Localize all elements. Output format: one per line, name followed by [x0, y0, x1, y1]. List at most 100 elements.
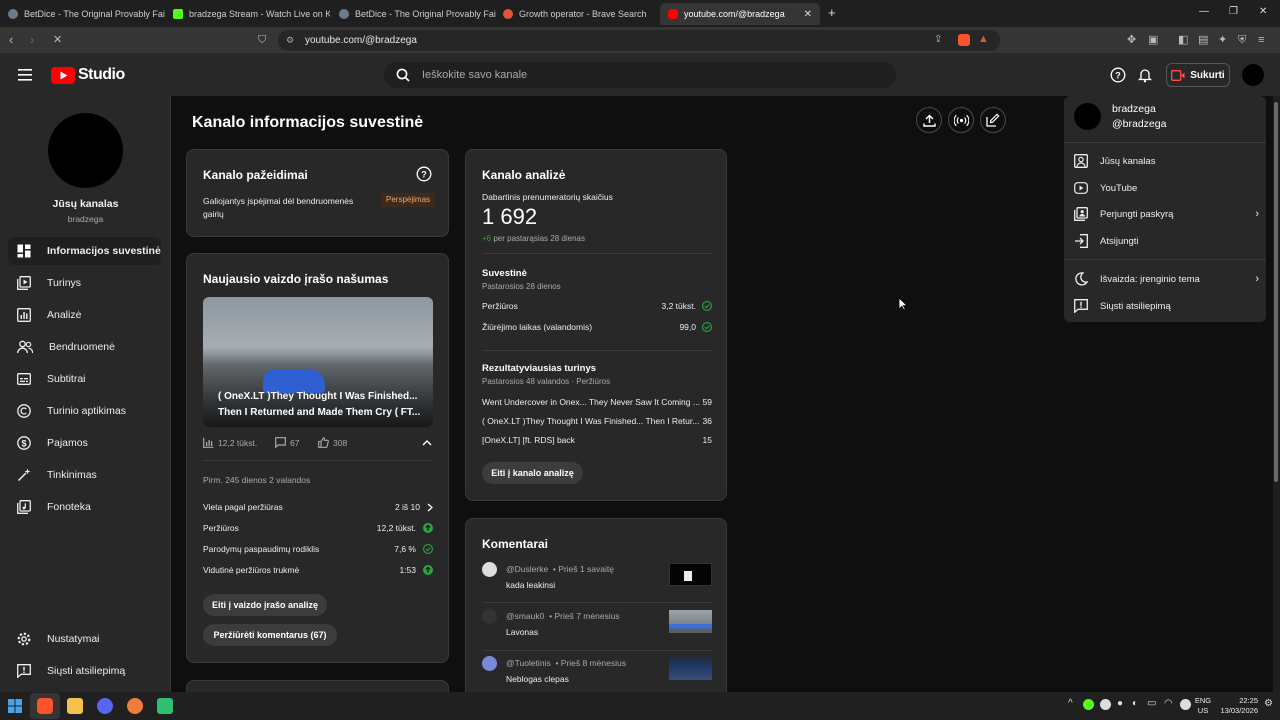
- scrollbar-thumb[interactable]: [1274, 102, 1278, 482]
- leo-ai-icon[interactable]: ✦: [1218, 33, 1227, 47]
- brave-shields-icon[interactable]: [958, 34, 970, 46]
- browser-tab[interactable]: BetDice - The Original Provably Fair C: [0, 3, 165, 25]
- tray-app-icon[interactable]: [1083, 699, 1094, 710]
- browser-tab-active[interactable]: youtube.com/@bradzega ✕: [660, 3, 820, 25]
- top-content-label: [OneX.LT] [ft. RDS] back: [482, 435, 575, 445]
- bookmark-icon[interactable]: ⛉: [258, 33, 266, 47]
- sidebar-item-subtitles[interactable]: Subtitrai: [8, 365, 161, 393]
- upload-video-button[interactable]: [916, 107, 942, 133]
- studio-logo-text: Studio: [78, 66, 125, 83]
- top-content-row[interactable]: [OneX.LT] [ft. RDS] back 15: [482, 435, 712, 445]
- menu-item-appearance[interactable]: Išvaizda: įrenginio tema ›: [1074, 268, 1259, 290]
- studio-logo[interactable]: Studio: [51, 66, 125, 84]
- sidebar-item-customization[interactable]: Tinkinimas: [8, 461, 161, 489]
- menu-item-sign-out[interactable]: Atsijungti: [1074, 230, 1259, 252]
- wifi-icon[interactable]: ◠: [1164, 698, 1173, 709]
- browser-tab[interactable]: bradzega Stream - Watch Live on Kic: [165, 3, 330, 25]
- close-window-icon[interactable]: ✕: [1259, 6, 1267, 17]
- sidebar-item-audio-library[interactable]: Fonoteka: [8, 493, 161, 521]
- browser-tab[interactable]: BetDice - The Original Provably Fair C: [331, 3, 496, 25]
- windows-start-icon[interactable]: [8, 699, 22, 713]
- language-indicator[interactable]: ENG US: [1194, 696, 1212, 716]
- language-code: ENG: [1194, 696, 1212, 705]
- hamburger-menu-icon[interactable]: [18, 68, 32, 86]
- menu-item-send-feedback[interactable]: Siųsti atsiliepimą: [1074, 295, 1259, 317]
- sidebar-toggle-icon[interactable]: ◧: [1178, 33, 1188, 47]
- go-to-video-analytics-button[interactable]: Eiti į vaizdo įrašo analizę: [203, 594, 327, 616]
- comment-item[interactable]: @Duslerke • Prieš 1 savaitę kada leakins…: [482, 562, 712, 602]
- discord-icon[interactable]: [97, 698, 113, 714]
- search-input[interactable]: Ieškokite savo kanale: [384, 62, 896, 88]
- wallet-icon[interactable]: ▣: [1148, 33, 1158, 47]
- live-broadcast-icon: [953, 114, 969, 126]
- brave-wallet-icon[interactable]: ▤: [1198, 33, 1208, 47]
- stat-label: Vidutinė peržiūros trukmė: [203, 565, 300, 575]
- sidebar-item-content[interactable]: Turinys: [8, 269, 161, 297]
- svg-text:?: ?: [1115, 71, 1121, 81]
- channel-avatar[interactable]: [48, 113, 123, 188]
- brave-browser-icon[interactable]: [37, 698, 53, 714]
- summary-title: Suvestinė: [482, 268, 527, 279]
- address-bar[interactable]: ⚙ youtube.com/@bradzega ⇪ ▲: [278, 30, 1000, 51]
- extensions-icon[interactable]: ✥: [1127, 33, 1136, 47]
- go-to-channel-analytics-button[interactable]: Eiti į kanalo analizę: [482, 462, 583, 484]
- sidebar-item-earn[interactable]: $ Pajamos: [8, 429, 161, 457]
- create-button[interactable]: Sukurti: [1166, 63, 1230, 87]
- tray-app-icon[interactable]: ◐: [1132, 698, 1138, 709]
- site-info-icon[interactable]: ⚙: [286, 35, 294, 46]
- view-comments-button[interactable]: Peržiūrėti komentarus (67): [203, 624, 337, 646]
- minimize-icon[interactable]: —: [1199, 6, 1209, 17]
- sidebar-item-label: Subtitrai: [47, 373, 86, 385]
- create-post-button[interactable]: [980, 107, 1006, 133]
- menu-item-switch-account[interactable]: Perjungti paskyrą ›: [1074, 203, 1259, 225]
- top-content-row[interactable]: Went Undercover in Onex... They Never Sa…: [482, 397, 712, 407]
- sidebar-item-dashboard[interactable]: Informacijos suvestinė: [8, 237, 161, 265]
- browser-tab[interactable]: Growth operator - Brave Search: [495, 3, 660, 25]
- app-icon[interactable]: [127, 698, 143, 714]
- help-icon[interactable]: ?: [1110, 67, 1126, 83]
- tray-app-icon[interactable]: [1100, 699, 1111, 710]
- comment-item[interactable]: @smauk0 • Prieš 7 mėnesius Lavonas: [482, 609, 712, 649]
- top-content-row[interactable]: ( OneX.LT )They Thought I Was Finished..…: [482, 416, 712, 426]
- sidebar-item-copyright[interactable]: Turinio aptikimas: [8, 397, 161, 425]
- menu-icon[interactable]: ≡: [1258, 33, 1264, 47]
- close-tab-icon[interactable]: ✕: [804, 9, 812, 20]
- sidebar-item-feedback[interactable]: Siųsti atsiliepimą: [8, 657, 161, 685]
- share-icon[interactable]: ⇪: [934, 34, 942, 45]
- notifications-bell-icon[interactable]: [1137, 67, 1153, 83]
- stat-label: Vieta pagal peržiūras: [203, 502, 283, 512]
- comment-item[interactable]: @Tuoletinis • Prieš 8 mėnesius Neblogas …: [482, 656, 712, 696]
- tray-app-icon[interactable]: ▭: [1147, 698, 1156, 709]
- forward-icon[interactable]: ›: [30, 33, 34, 47]
- tray-chevron-up-icon[interactable]: ^: [1068, 698, 1073, 709]
- loading-icon[interactable]: ✕: [53, 33, 62, 47]
- stat-row[interactable]: Vieta pagal peržiūras 2 iš 10: [203, 502, 433, 512]
- sidebar-item-settings[interactable]: Nustatymai: [8, 625, 161, 653]
- new-tab-icon[interactable]: +: [828, 5, 836, 20]
- chevron-up-icon[interactable]: [422, 439, 432, 446]
- menu-item-youtube[interactable]: YouTube: [1074, 177, 1259, 199]
- microphone-icon[interactable]: ●: [1117, 698, 1123, 709]
- maximize-icon[interactable]: ❐: [1229, 6, 1238, 17]
- go-live-button[interactable]: [948, 107, 974, 133]
- sidebar-item-analytics[interactable]: Analizė: [8, 301, 161, 329]
- file-explorer-icon[interactable]: [67, 698, 83, 714]
- brave-search-favicon-icon: [503, 9, 513, 19]
- subscribers-delta-line: +6 per pastarąsias 28 dienas: [482, 234, 585, 243]
- brave-rewards-icon[interactable]: ▲: [978, 33, 989, 45]
- kick-app-icon[interactable]: [157, 698, 173, 714]
- dashboard-icon: [17, 244, 31, 258]
- video-thumbnail[interactable]: ( OneX.LT )They Thought I Was Finished..…: [203, 297, 433, 427]
- discord-tray-icon[interactable]: [1180, 699, 1191, 710]
- divider: [482, 350, 712, 351]
- menu-item-your-channel[interactable]: Jūsų kanalas: [1074, 150, 1259, 172]
- back-icon[interactable]: ‹: [9, 33, 13, 47]
- notification-center-icon[interactable]: ⚙: [1264, 698, 1273, 709]
- avatar[interactable]: [1242, 64, 1264, 86]
- vpn-icon[interactable]: ⛨: [1238, 33, 1246, 47]
- page-scrollbar[interactable]: [1273, 96, 1280, 692]
- help-icon[interactable]: ?: [416, 166, 432, 182]
- clock[interactable]: 22:25 13/03/2026: [1214, 696, 1258, 716]
- warning-badge[interactable]: Perspėjimas: [381, 193, 436, 207]
- sidebar-item-community[interactable]: Bendruomenė: [8, 333, 161, 361]
